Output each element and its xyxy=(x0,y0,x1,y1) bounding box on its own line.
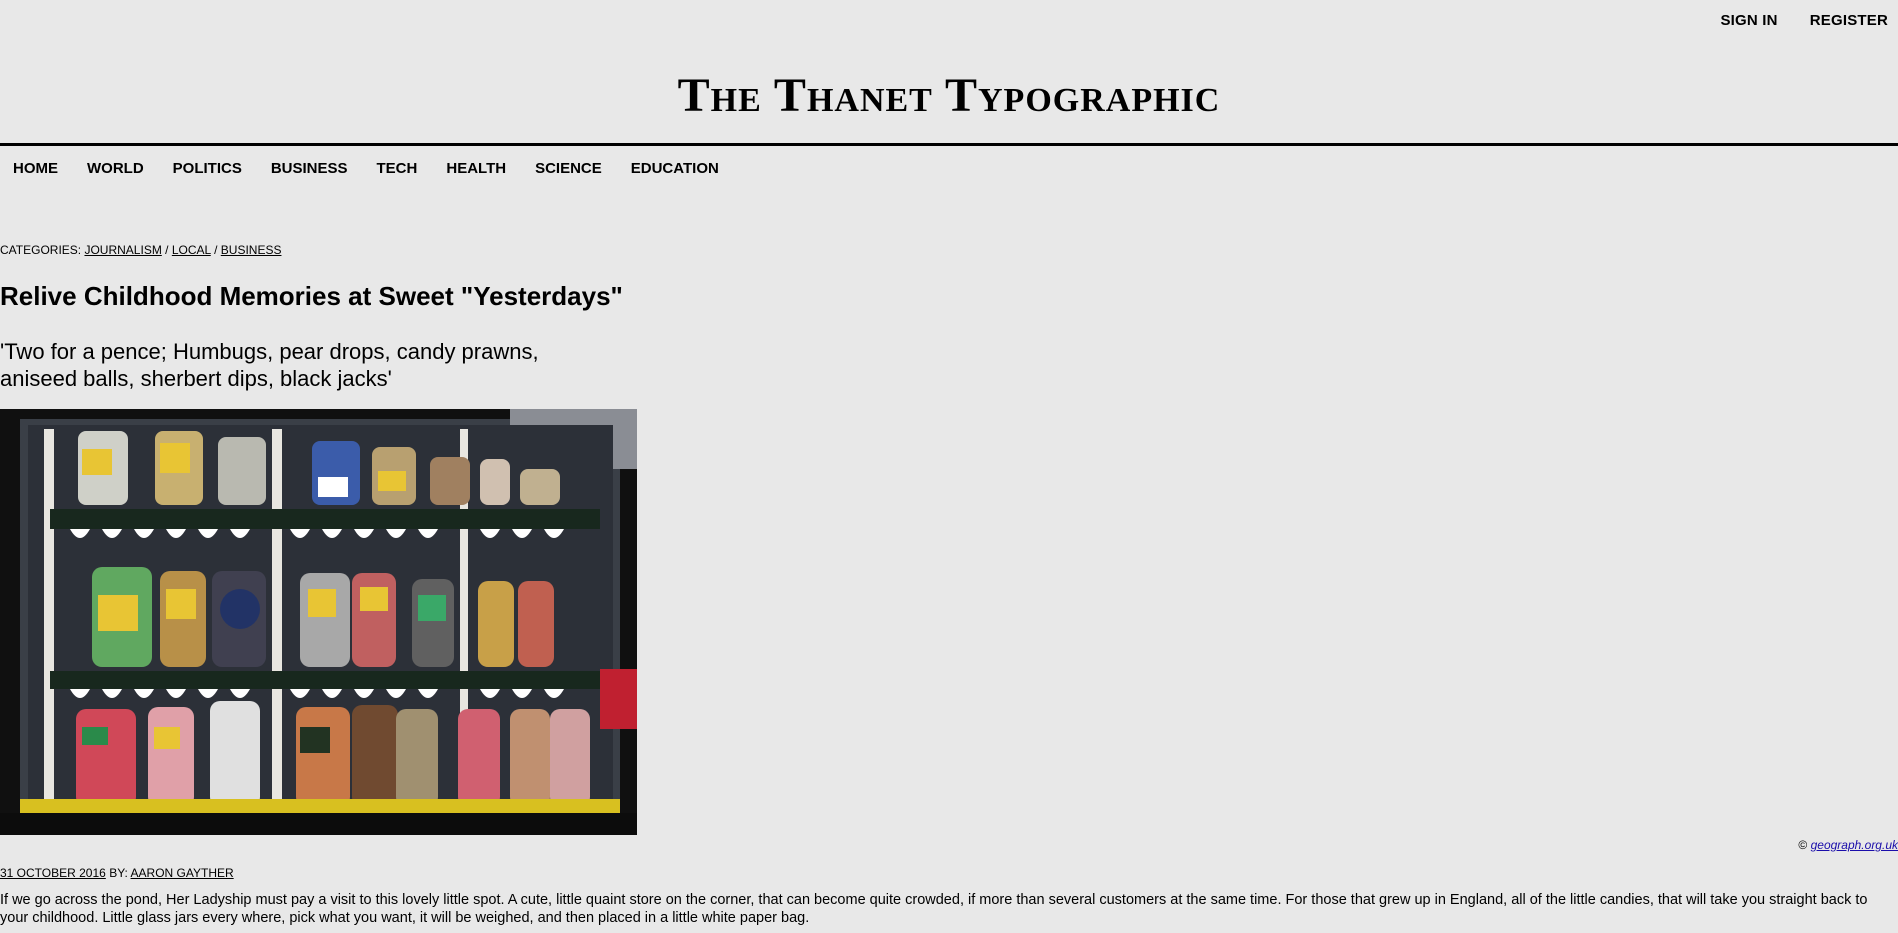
category-link-local[interactable]: LOCAL xyxy=(172,243,211,257)
image-credit-link[interactable]: geograph.org.uk xyxy=(1811,838,1898,852)
sweet-jars-illustration xyxy=(0,409,637,835)
nav-item-science[interactable]: SCIENCE xyxy=(522,160,618,177)
page: SIGN IN REGISTER The Thanet Typographic … xyxy=(0,0,1898,933)
byline-by-label: BY: xyxy=(109,866,128,880)
category-link-journalism[interactable]: JOURNALISM xyxy=(84,243,161,257)
nav-item-education[interactable]: EDUCATION xyxy=(618,160,735,177)
article-photo-sweet-shop-window xyxy=(0,409,637,835)
categories-label: CATEGORIES: xyxy=(0,243,82,257)
category-link-business[interactable]: BUSINESS xyxy=(221,243,282,257)
article-byline: 31 OCTOBER 2016 BY: AARON GAYTHER xyxy=(0,866,234,880)
nav-item-world[interactable]: WORLD xyxy=(74,160,160,177)
sign-in-link[interactable]: SIGN IN xyxy=(1720,12,1777,29)
article-categories: CATEGORIES: JOURNALISM / LOCAL / BUSINES… xyxy=(0,243,281,257)
nav-item-business[interactable]: BUSINESS xyxy=(258,160,364,177)
author-link[interactable]: AARON GAYTHER xyxy=(131,866,234,880)
article-body: If we go across the pond, Her Ladyship m… xyxy=(0,892,1868,926)
image-credit: © geograph.org.uk xyxy=(1798,838,1898,852)
copyright-symbol: © xyxy=(1798,838,1808,852)
main-nav: HOME WORLD POLITICS BUSINESS TECH HEALTH… xyxy=(0,160,735,177)
category-separator: / xyxy=(214,243,218,257)
masthead-divider xyxy=(0,143,1898,146)
nav-item-tech[interactable]: TECH xyxy=(364,160,434,177)
auth-links: SIGN IN REGISTER xyxy=(1720,12,1888,29)
category-separator: / xyxy=(165,243,169,257)
register-link[interactable]: REGISTER xyxy=(1810,12,1888,29)
article-headline: Relive Childhood Memories at Sweet "Yest… xyxy=(0,281,623,311)
nav-item-health[interactable]: HEALTH xyxy=(433,160,522,177)
nav-item-home[interactable]: HOME xyxy=(0,160,74,177)
masthead-title[interactable]: The Thanet Typographic xyxy=(0,72,1898,120)
nav-item-politics[interactable]: POLITICS xyxy=(160,160,258,177)
article-date-link[interactable]: 31 OCTOBER 2016 xyxy=(0,866,106,880)
article-dek: 'Two for a pence; Humbugs, pear drops, c… xyxy=(0,339,539,391)
